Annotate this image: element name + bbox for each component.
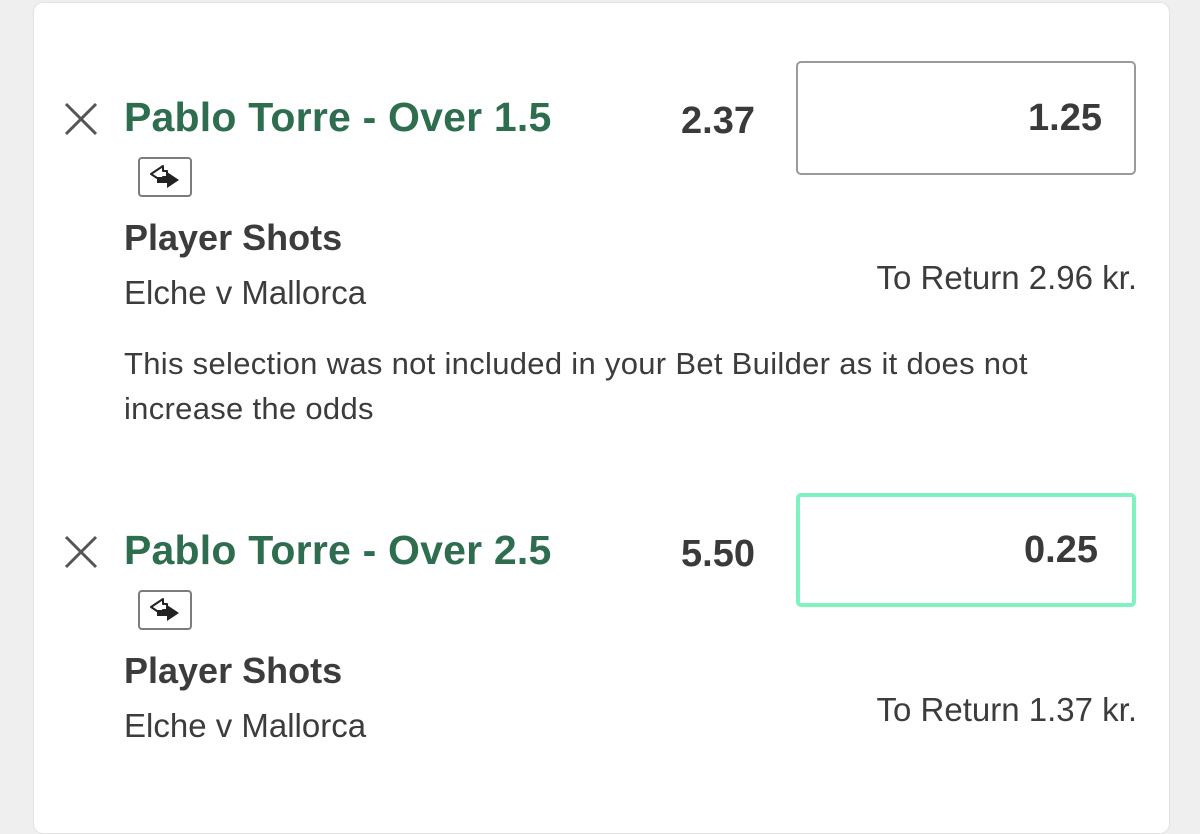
- event-name: Elche v Mallorca: [124, 707, 367, 744]
- selection-title: Pablo Torre - Over 1.5: [124, 94, 552, 140]
- betslip-card: Pablo Torre - Over 1.5 2.37 1.25 Player …: [33, 2, 1170, 834]
- bet-builder-icon: [138, 590, 192, 630]
- market-name: Player Shots: [124, 650, 343, 691]
- selection-odds: 5.50: [681, 533, 755, 575]
- market-name: Player Shots: [124, 217, 343, 258]
- remove-selection-button[interactable]: [62, 533, 102, 573]
- event-name: Elche v Mallorca: [124, 274, 367, 311]
- bet-builder-icon: [138, 157, 192, 197]
- bet-builder-notice: This selection was not included in your …: [124, 346, 1028, 426]
- remove-selection-button[interactable]: [62, 100, 102, 140]
- to-return-text: To Return 2.96 kr.: [876, 259, 1137, 296]
- to-return-text: To Return 1.37 kr.: [876, 691, 1137, 728]
- selection-title: Pablo Torre - Over 2.5: [124, 527, 552, 573]
- close-icon: [64, 535, 98, 569]
- selection-odds: 2.37: [681, 100, 755, 142]
- stake-input[interactable]: 0.25: [796, 493, 1136, 607]
- close-icon: [64, 102, 98, 136]
- stake-input[interactable]: 1.25: [796, 61, 1136, 175]
